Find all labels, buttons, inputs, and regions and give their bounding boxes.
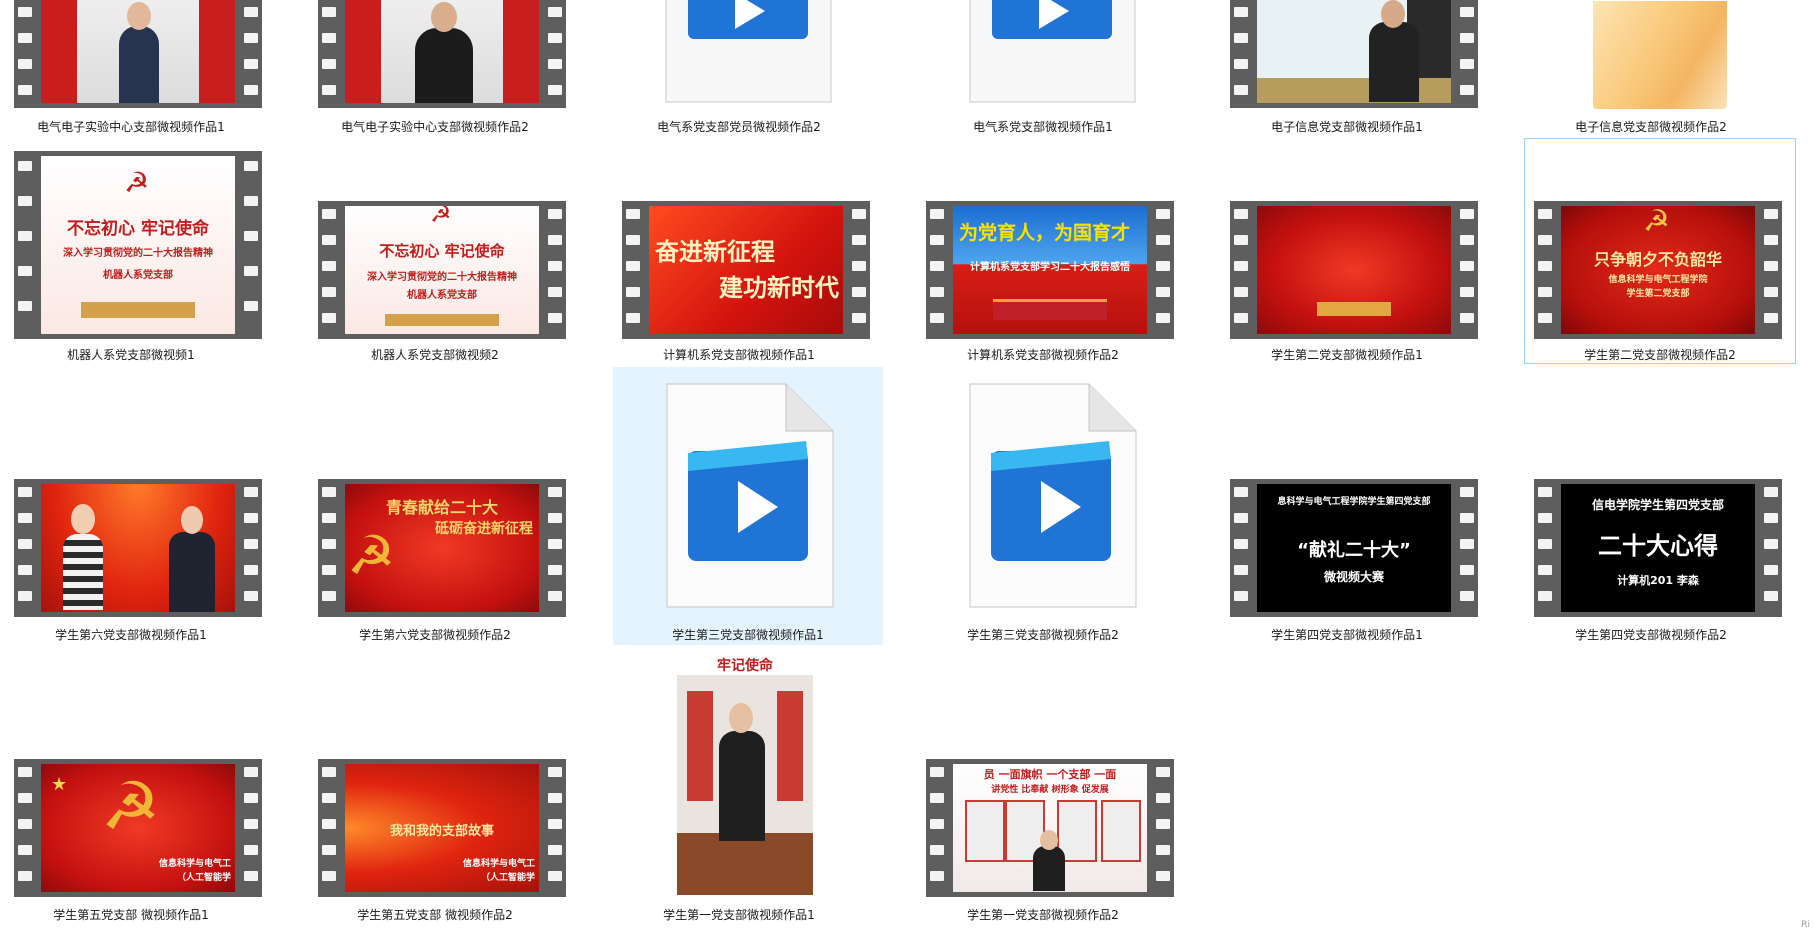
- file-name-label: 学生第一党支部微视频作品2: [967, 908, 1119, 922]
- video-file-item[interactable]: 牢记使命 学生第一党支部微视频作品1: [608, 650, 870, 925]
- party-emblem-icon: ☭: [1643, 206, 1670, 239]
- video-file-item[interactable]: 息科学与电气工程学院学生第四党支部 “献礼二十大” 微视频大赛 学生第四党支部微…: [1216, 370, 1478, 645]
- film-video-thumbnail: [14, 0, 262, 108]
- video-file-item[interactable]: 我和我的支部故事 信息科学与电气工 （人工智能学 学生第五党支部 微视频作品2: [304, 650, 566, 925]
- video-file-item[interactable]: 电气电子实验中心支部微视频作品2: [304, 0, 566, 135]
- file-name-label: 学生第三党支部微视频作品1: [672, 628, 824, 642]
- file-name-label: 电气电子实验中心支部微视频作品2: [341, 120, 529, 134]
- file-name-label: 计算机系党支部微视频作品2: [967, 348, 1119, 362]
- film-video-thumbnail: ☭ 不忘初心 牢记使命 深入学习贯彻党的二十大报告精神 机器人系党支部: [14, 151, 262, 339]
- file-name-label: 学生第二党支部微视频作品1: [1271, 348, 1423, 362]
- corner-text: Ri: [1801, 920, 1810, 930]
- file-name-label: 机器人系党支部微视频1: [67, 348, 195, 362]
- video-file-item[interactable]: 学生第三党支部微视频作品1: [613, 367, 883, 645]
- film-video-thumbnail: ☭ ★ 信息科学与电气工 （人工智能学: [14, 759, 262, 897]
- video-file-item[interactable]: ☭ 只争朝夕不负韶华 信息科学与电气工程学院 学生第二党支部 学生第二党支部微视…: [1524, 138, 1796, 364]
- film-video-thumbnail: ☭ 只争朝夕不负韶华 信息科学与电气工程学院 学生第二党支部: [1534, 201, 1782, 339]
- video-file-icon: [969, 383, 1137, 608]
- file-name-label: 电子信息党支部微视频作品1: [1271, 120, 1423, 134]
- video-file-item[interactable]: 信电学院学生第四党支部 二十大心得 计算机201 李森 学生第四党支部微视频作品…: [1520, 370, 1782, 645]
- video-file-item[interactable]: 电气系党支部微视频作品1: [912, 0, 1174, 135]
- video-file-item[interactable]: 学生第三党支部微视频作品2: [912, 370, 1174, 645]
- star-icon: ★: [51, 774, 68, 795]
- video-file-icon: [665, 0, 832, 103]
- video-file-item[interactable]: ☭ 不忘初心 牢记使命 深入学习贯彻党的二十大报告精神 机器人系党支部 机器人系…: [0, 140, 262, 365]
- video-file-item[interactable]: 奋进新征程 建功新时代 计算机系党支部微视频作品1: [608, 140, 870, 365]
- file-name-label: 电气系党支部党员微视频作品2: [657, 120, 821, 134]
- film-video-thumbnail: 息科学与电气工程学院学生第四党支部 “献礼二十大” 微视频大赛: [1230, 479, 1478, 617]
- film-video-thumbnail: 员 一面旗帜 一个支部 一面 讲党性 比奉献 树形象 促发展: [926, 759, 1174, 897]
- film-video-thumbnail: 信电学院学生第四党支部 二十大心得 计算机201 李森: [1534, 479, 1782, 617]
- party-emblem-icon: ☭: [430, 206, 452, 228]
- film-video-thumbnail: [1230, 0, 1478, 108]
- video-file-icon: [969, 0, 1136, 103]
- film-video-thumbnail: 奋进新征程 建功新时代: [622, 201, 870, 339]
- video-file-item[interactable]: ☭ 青春献给二十大 砥砺奋进新征程 学生第六党支部微视频作品2: [304, 370, 566, 645]
- party-emblem-icon: ☭: [101, 768, 161, 845]
- film-video-thumbnail: 为党育人，为国育才 计算机系党支部学习二十大报告感悟: [926, 201, 1174, 339]
- file-name-label: 学生第三党支部微视频作品2: [967, 628, 1119, 642]
- video-file-item[interactable]: 电子信息党支部微视频作品1: [1216, 0, 1478, 135]
- film-video-thumbnail: 我和我的支部故事 信息科学与电气工 （人工智能学: [318, 759, 566, 897]
- file-name-label: 计算机系党支部微视频作品1: [663, 348, 815, 362]
- file-name-label: 学生第六党支部微视频作品1: [55, 628, 207, 642]
- film-video-thumbnail: [318, 0, 566, 108]
- party-emblem-icon: ☭: [124, 166, 150, 199]
- file-name-label: 学生第六党支部微视频作品2: [359, 628, 511, 642]
- video-file-item[interactable]: ☭ 不忘初心 牢记使命 深入学习贯彻党的二十大报告精神 机器人系党支部 机器人系…: [304, 140, 566, 365]
- file-name-label: 学生第五党支部 微视频作品1: [53, 908, 209, 922]
- film-video-thumbnail: ☭ 不忘初心 牢记使命 深入学习贯彻党的二十大报告精神 机器人系党支部: [318, 201, 566, 339]
- party-emblem-icon: ☭: [347, 524, 396, 587]
- video-file-icon: [666, 383, 834, 608]
- file-name-label: 电子信息党支部微视频作品2: [1575, 120, 1727, 134]
- video-file-item[interactable]: ☭ ★ 信息科学与电气工 （人工智能学 学生第五党支部 微视频作品1: [0, 650, 262, 925]
- video-file-item[interactable]: 为党育人，为国育才 计算机系党支部学习二十大报告感悟 计算机系党支部微视频作品2: [912, 140, 1174, 365]
- file-name-label: 机器人系党支部微视频2: [371, 348, 499, 362]
- file-name-label: 学生第一党支部微视频作品1: [663, 908, 815, 922]
- video-file-item[interactable]: 员 一面旗帜 一个支部 一面 讲党性 比奉献 树形象 促发展 学生第一党支部微视…: [912, 650, 1174, 925]
- video-file-item[interactable]: 学生第二党支部微视频作品1: [1216, 140, 1478, 365]
- file-name-label: 学生第五党支部 微视频作品2: [357, 908, 513, 922]
- image-file-item[interactable]: 电子信息党支部微视频作品2: [1520, 0, 1782, 135]
- portrait-photo-thumbnail: 牢记使命: [677, 651, 813, 895]
- file-name-label: 电气系党支部微视频作品1: [973, 120, 1113, 134]
- file-name-label: 学生第四党支部微视频作品1: [1271, 628, 1423, 642]
- image-thumbnail: [1593, 1, 1727, 109]
- video-file-item[interactable]: 电气电子实验中心支部微视频作品1: [0, 0, 262, 135]
- video-file-item[interactable]: 学生第六党支部微视频作品1: [0, 370, 262, 645]
- file-name-label: 电气电子实验中心支部微视频作品1: [37, 120, 225, 134]
- film-video-thumbnail: [14, 479, 262, 617]
- film-video-thumbnail: [1230, 201, 1478, 339]
- film-video-thumbnail: ☭ 青春献给二十大 砥砺奋进新征程: [318, 479, 566, 617]
- file-name-label: 学生第四党支部微视频作品2: [1575, 628, 1727, 642]
- file-name-label: 学生第二党支部微视频作品2: [1584, 348, 1736, 362]
- video-file-item[interactable]: 电气系党支部党员微视频作品2: [608, 0, 870, 135]
